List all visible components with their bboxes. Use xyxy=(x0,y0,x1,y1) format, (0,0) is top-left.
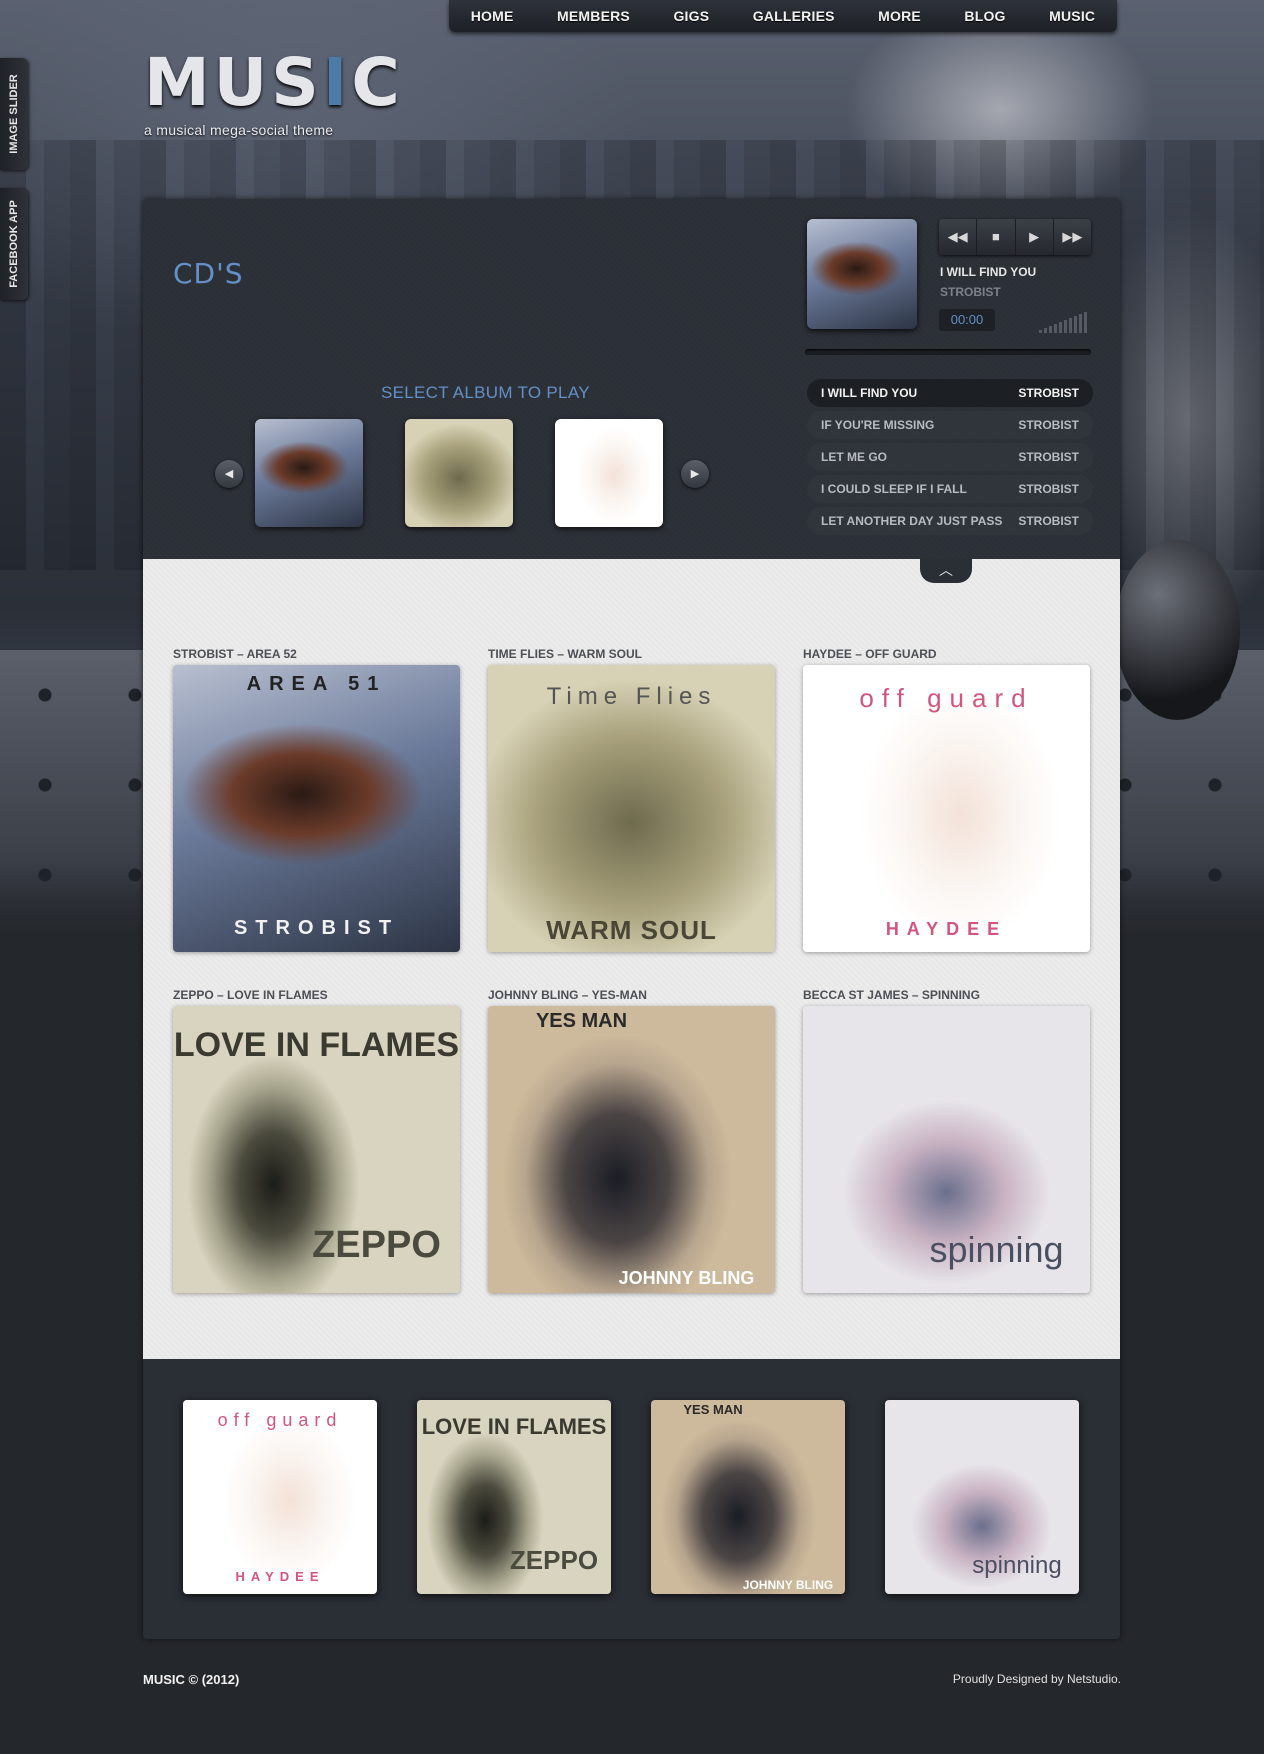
album-caption: TIME FLIES – WARM SOUL xyxy=(488,647,643,661)
volume-slider[interactable] xyxy=(1039,311,1091,333)
carousel-prev-button[interactable]: ◀ xyxy=(215,460,243,488)
album-card[interactable]: BECCA ST JAMES – SPINNING spinning xyxy=(803,988,1090,1293)
album-card[interactable]: TIME FLIES – WARM SOUL Time Flies WARM S… xyxy=(488,647,775,952)
footer-credit[interactable]: Proudly Designed by Netstudio. xyxy=(953,1672,1121,1686)
album-card[interactable]: HAYDEE – OFF GUARD off guard HAYDEE xyxy=(803,647,1090,952)
album-art[interactable]: spinning xyxy=(803,1006,1090,1293)
featured-album[interactable]: LOVE IN FLAMES ZEPPO xyxy=(417,1400,611,1594)
carousel-album-area51[interactable] xyxy=(255,419,363,527)
page-title: CD'S xyxy=(173,257,244,290)
album-caption: BECCA ST JAMES – SPINNING xyxy=(803,988,980,1002)
nav-gigs[interactable]: GIGS xyxy=(673,8,709,24)
album-card[interactable]: ZEPPO – LOVE IN FLAMES LOVE IN FLAMES ZE… xyxy=(173,988,460,1293)
now-playing-cover xyxy=(807,219,917,329)
rewind-icon[interactable]: ◀◀ xyxy=(939,219,978,255)
footer-copyright: MUSIC © (2012) xyxy=(143,1672,240,1687)
album-caption: JOHNNY BLING – YES-MAN xyxy=(488,988,647,1002)
chevron-left-icon: ◀ xyxy=(224,468,234,480)
now-playing-artist: STROBIST xyxy=(940,285,1001,299)
featured-album[interactable]: YES MAN JOHNNY BLING xyxy=(651,1400,845,1594)
site-tagline: a musical mega-social theme xyxy=(144,122,334,138)
nav-blog[interactable]: BLOG xyxy=(964,8,1005,24)
track-item[interactable]: IF YOU'RE MISSING STROBIST xyxy=(807,411,1093,439)
main-nav: HOME MEMBERS GIGS GALLERIES MORE BLOG MU… xyxy=(449,0,1117,32)
featured-thumbnails: off guard HAYDEE LOVE IN FLAMES ZEPPO YE… xyxy=(143,1359,1120,1639)
nav-more[interactable]: MORE xyxy=(878,8,921,24)
track-item[interactable]: LET ANOTHER DAY JUST PASS STROBIST xyxy=(807,507,1093,535)
chevron-right-icon: ▶ xyxy=(690,468,700,480)
featured-album[interactable]: off guard HAYDEE xyxy=(183,1400,377,1594)
collapse-button[interactable]: ︿ xyxy=(920,559,972,583)
nav-galleries[interactable]: GALLERIES xyxy=(753,8,835,24)
track-list: I WILL FIND YOU STROBIST IF YOU'RE MISSIN… xyxy=(807,379,1093,539)
content-panel: CD'S SELECT ALBUM TO PLAY ◀ ▶ ◀◀ ■ ▶ ▶▶ … xyxy=(143,199,1120,1639)
album-caption: HAYDEE – OFF GUARD xyxy=(803,647,937,661)
track-item[interactable]: I WILL FIND YOU STROBIST xyxy=(807,379,1093,407)
album-caption: STROBIST – AREA 52 xyxy=(173,647,297,661)
facebook-app-tab[interactable]: FACEBOOK APP xyxy=(0,188,28,300)
album-card[interactable]: JOHNNY BLING – YES-MAN YES MAN JOHNNY BL… xyxy=(488,988,775,1293)
album-card[interactable]: STROBIST – AREA 52 AREA 51 STROBIST xyxy=(173,647,460,952)
album-art[interactable]: AREA 51 STROBIST xyxy=(173,665,460,952)
album-art[interactable]: YES MAN JOHNNY BLING xyxy=(488,1006,775,1293)
track-item[interactable]: LET ME GO STROBIST xyxy=(807,443,1093,471)
album-grid: STROBIST – AREA 52 AREA 51 STROBIST TIME… xyxy=(143,559,1120,1359)
stop-icon[interactable]: ■ xyxy=(977,219,1016,255)
play-icon[interactable]: ▶ xyxy=(1016,219,1054,255)
album-art[interactable]: LOVE IN FLAMES ZEPPO xyxy=(173,1006,460,1293)
nav-members[interactable]: MEMBERS xyxy=(557,8,630,24)
fast-forward-icon[interactable]: ▶▶ xyxy=(1054,219,1091,255)
progress-bar[interactable] xyxy=(805,349,1091,355)
image-slider-tab[interactable]: IMAGE SLIDER xyxy=(0,58,28,170)
featured-album[interactable]: spinning xyxy=(885,1400,1079,1594)
chevron-up-icon: ︿ xyxy=(939,562,953,578)
now-playing-title: I WILL FIND YOU xyxy=(940,265,1037,279)
time-display: 00:00 xyxy=(939,309,995,331)
cd-player-section: CD'S SELECT ALBUM TO PLAY ◀ ▶ ◀◀ ■ ▶ ▶▶ … xyxy=(143,199,1120,559)
track-item[interactable]: I COULD SLEEP IF I FALL STROBIST xyxy=(807,475,1093,503)
balloon-decoration xyxy=(1115,540,1240,720)
carousel-next-button[interactable]: ▶ xyxy=(681,460,709,488)
player-controls: ◀◀ ■ ▶ ▶▶ xyxy=(939,219,1091,255)
album-art[interactable]: Time Flies WARM SOUL xyxy=(488,665,775,952)
site-logo[interactable]: MUSIC xyxy=(144,50,404,116)
nav-music[interactable]: MUSIC xyxy=(1049,8,1095,24)
nav-home[interactable]: HOME xyxy=(471,8,514,24)
carousel-title: SELECT ALBUM TO PLAY xyxy=(381,383,590,402)
carousel-album-off-guard[interactable] xyxy=(555,419,663,527)
album-art[interactable]: off guard HAYDEE xyxy=(803,665,1090,952)
album-caption: ZEPPO – LOVE IN FLAMES xyxy=(173,988,328,1002)
carousel-album-time-flies[interactable] xyxy=(405,419,513,527)
